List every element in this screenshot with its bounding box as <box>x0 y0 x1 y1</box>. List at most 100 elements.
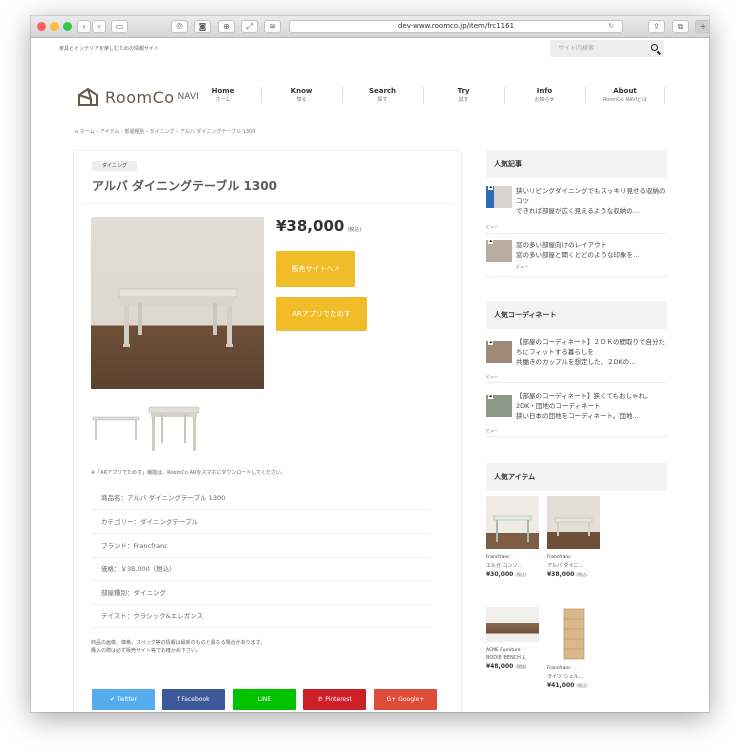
dining-table-image <box>118 288 238 347</box>
spec-row: 価格：￥38,000（税込） <box>91 557 431 581</box>
article-text: 狭いリビングダイニングでもスッキリ見せる収納のコツ できれば部屋が広く見えるような… <box>516 186 667 216</box>
nav-label: Try <box>457 87 470 95</box>
coordinate-excerpt: 狭い日本の団地をコーディネート。団地… <box>516 412 639 420</box>
new-tab-icon[interactable]: + <box>695 20 709 33</box>
popular-article-item[interactable]: 2 窓の多い部屋向けのレイアウト窓の多い部屋と聞くとどのような印象を… ビュー <box>486 240 667 277</box>
nav-know[interactable]: Know 知る <box>261 87 341 103</box>
item-thumbnail <box>547 607 600 660</box>
item-brand: Francfranc <box>547 555 571 560</box>
share-label: Google+ <box>398 696 425 703</box>
ar-app-button[interactable]: ARアプリでためす <box>276 297 367 331</box>
reader-icon[interactable]: ◙ <box>194 20 211 33</box>
popular-item-card[interactable]: Francfranc ライツ シェル… ¥41,000 (税込) <box>547 607 600 689</box>
site-search-input[interactable]: サイト内検索 <box>550 40 664 57</box>
nav-info[interactable]: Info お知らせ <box>504 87 584 103</box>
web-page: 家具とインテリアを楽しむための情報サイト サイト内検索 RoomCo NAVI H… <box>31 39 709 712</box>
facebook-share-button[interactable]: f Facebook <box>162 689 225 710</box>
price-tax: (税込) <box>576 683 588 688</box>
nav-sublabel: 知る <box>296 97 307 103</box>
coordinate-title: 【部屋のコーディネート】狭くてもおしゃれ。2DK・団地のコーディネート <box>516 392 652 410</box>
buy-site-button[interactable]: 販売サイトへ↗ <box>276 251 355 287</box>
nav-label: Search <box>368 87 397 95</box>
fullscreen-ext-icon[interactable]: ⤢ <box>241 20 258 33</box>
nav-sublabel: RoomCo NAVIとは <box>602 97 648 103</box>
nav-sublabel: 試す <box>458 97 469 103</box>
search-icon[interactable] <box>651 44 658 51</box>
rank-badge: 1 <box>488 341 494 345</box>
item-thumbnail <box>486 607 539 642</box>
tabs-icon[interactable]: ⧉ <box>672 20 689 33</box>
item-price: ¥30,000 (税込) <box>486 571 539 578</box>
item-thumbnail <box>486 496 539 549</box>
twitter-share-button[interactable]: ✔ Twitter <box>92 689 155 710</box>
disclaimer-line: 購入の際は必ず販売サイト等でお確かめ下さい。 <box>91 648 202 654</box>
layers-ext-icon[interactable]: ≋ <box>264 20 281 33</box>
item-brand: Francfranc <box>547 666 571 671</box>
article-thumbnail: 1 <box>486 186 512 208</box>
article-excerpt: できれば部屋が広く見えるような収納の… <box>516 207 640 215</box>
item-price: ¥48,000 (税抜) <box>486 663 539 670</box>
item-price: ¥38,000 (税込) <box>276 217 361 235</box>
breadcrumb[interactable]: ⌂ ホーム › アイテム › 部屋種別 › ダイニング › アルバ ダイニングテ… <box>75 128 255 135</box>
rank-badge: 2 <box>488 395 494 399</box>
table-image <box>554 517 593 536</box>
divider <box>82 203 454 204</box>
nav-about[interactable]: About RoomCo NAVIとは <box>585 87 665 103</box>
popular-item-card[interactable]: ACME Furniture BODIE BENCH L ¥48,000 (税抜… <box>486 607 539 670</box>
popular-coordinate-item[interactable]: 2 【部屋のコーディネート】狭くてもおしゃれ。2DK・団地のコーディネート狭い日… <box>486 391 667 437</box>
price-value: ¥41,000 <box>547 682 575 689</box>
popular-article-item[interactable]: 1 狭いリビングダイニングでもスッキリ見せる収納のコツ できれば部屋が広く見えるよ… <box>486 186 667 234</box>
share-icon[interactable]: ⇪ <box>648 20 665 33</box>
back-icon[interactable]: ‹ <box>77 20 91 33</box>
category-badge[interactable]: ダイニング <box>92 161 138 171</box>
share-label: Facebook <box>181 696 210 703</box>
reload-icon[interactable]: ↻ <box>608 21 614 32</box>
upload-ext-icon[interactable]: ⊕ <box>218 20 235 33</box>
roomco-logo-icon <box>78 87 98 106</box>
nav-try[interactable]: Try 試す <box>423 87 503 103</box>
item-thumbnail <box>547 496 600 549</box>
price-value: ¥30,000 <box>486 571 514 578</box>
article-title: 窓の多い部屋向けのレイアウト <box>516 241 607 249</box>
nav-sublabel: お知らせ <box>534 97 555 103</box>
view-count: ビュー <box>516 264 528 269</box>
google-share-button[interactable]: G+ Google+ <box>374 689 437 710</box>
sidebar-icon[interactable]: ▭ <box>111 20 128 33</box>
spec-row: カテゴリー：ダイニングテーブル <box>91 510 431 534</box>
article-excerpt: 窓の多い部屋と聞くとどのような印象を… <box>516 251 640 259</box>
address-bar[interactable]: dev-www.roomco.jp/item/frc1161 ↻ <box>289 20 623 33</box>
pinterest-ext-icon[interactable]: ℗ <box>171 20 188 33</box>
thumbnail-images[interactable] <box>91 403 211 458</box>
coordinate-thumbnail: 1 <box>486 341 512 363</box>
item-name: ライツ シェル… <box>547 674 584 680</box>
view-count: ビュー <box>486 224 498 229</box>
forward-icon[interactable]: › <box>92 20 106 33</box>
item-thumbnails <box>91 403 211 458</box>
rank-badge: 2 <box>488 240 494 244</box>
nav-sublabel: ホーム <box>215 97 231 103</box>
popular-coordinate-item[interactable]: 1 【部屋のコーディネート】２ＤＫの間取りで自分たちにフィットする暮らしを 共働き… <box>486 337 667 383</box>
popular-item-card[interactable]: Francfranc エルガ コンソ… ¥30,000 (税込) <box>486 496 539 578</box>
popular-items-heading: 人気アイテム <box>486 463 667 491</box>
pinterest-share-button[interactable]: ℗ Pinterest <box>303 689 366 710</box>
pinterest-icon: ℗ <box>317 696 326 703</box>
popular-item-card[interactable]: Francfranc アルバ ダイニ… ¥38,000 (税込) <box>547 496 600 578</box>
line-share-button[interactable]: LINE <box>233 689 296 710</box>
logo-text: RoomCo <box>105 87 175 107</box>
spec-row: ブランド：Francfranc <box>91 534 431 558</box>
price-tax: (税込) <box>576 572 588 577</box>
zoom-window-button[interactable] <box>63 22 72 31</box>
browser-toolbar: ‹ › ▭ ℗ ◙ ⊕ ⤢ ≋ dev-www.roomco.jp/item/f… <box>31 16 709 38</box>
ar-note: ※「ARアプリでためす」機能は、RoomCo ARをスマホにダウンロードしてくだ… <box>91 470 286 476</box>
article-text: 窓の多い部屋向けのレイアウト窓の多い部屋と聞くとどのような印象を… <box>516 240 667 260</box>
site-logo[interactable]: RoomCo NAVI <box>77 86 199 108</box>
price-value: ¥48,000 <box>486 663 514 670</box>
browser-window: ‹ › ▭ ℗ ◙ ⊕ ⤢ ≋ dev-www.roomco.jp/item/f… <box>31 16 709 712</box>
price-tax: (税抜) <box>515 664 527 669</box>
minimize-window-button[interactable] <box>50 22 59 31</box>
nav-home[interactable]: Home ホーム <box>183 87 263 103</box>
item-name: エルガ コンソ… <box>486 563 523 569</box>
close-window-button[interactable] <box>37 22 46 31</box>
nav-search[interactable]: Search 探す <box>342 87 422 103</box>
price-tax: (税込) <box>347 227 362 233</box>
